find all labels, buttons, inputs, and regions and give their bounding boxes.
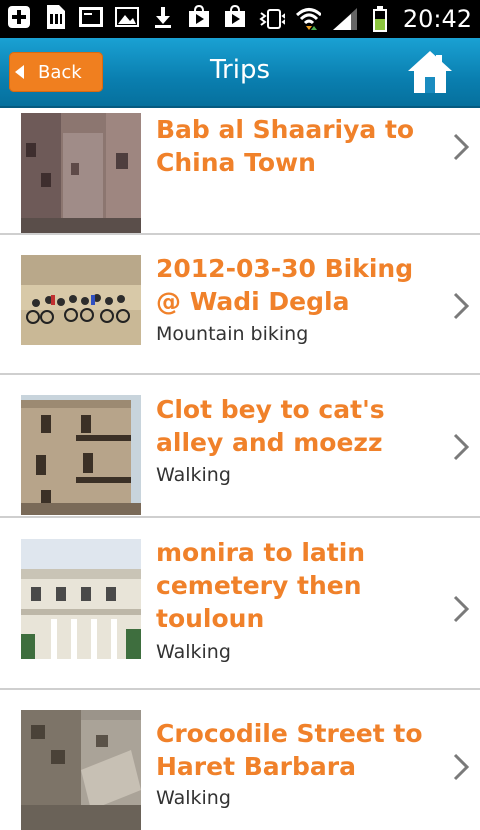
play-store-icon xyxy=(222,4,248,30)
trip-thumbnail xyxy=(21,539,141,659)
download-icon xyxy=(150,4,176,30)
trip-thumbnail xyxy=(21,255,141,345)
add-icon xyxy=(6,4,32,30)
chevron-right-icon xyxy=(453,133,470,161)
home-icon xyxy=(408,51,452,93)
trip-type: Walking xyxy=(156,464,231,486)
trip-title: Bab al Shaariya to China Town xyxy=(156,115,415,177)
home-button[interactable] xyxy=(406,49,454,95)
sd-card-icon xyxy=(42,4,68,30)
image-icon xyxy=(114,4,140,30)
clock: 20:42 xyxy=(402,5,472,33)
play-store-icon xyxy=(186,4,212,30)
chevron-right-icon xyxy=(453,433,470,461)
trip-title: Clot bey to cat's alley and moezz xyxy=(156,395,385,457)
trip-title: 2012-03-30 Biking @ Wadi Degla xyxy=(156,254,414,316)
chevron-right-icon xyxy=(453,595,470,623)
trip-row[interactable]: Crocodile Street to Haret Barbara Walkin… xyxy=(0,690,480,830)
chevron-right-icon xyxy=(453,753,470,781)
trip-thumbnail xyxy=(21,113,141,233)
trip-type: Walking xyxy=(156,641,231,663)
signal-icon xyxy=(331,6,357,32)
battery-icon xyxy=(367,6,393,32)
trip-row[interactable]: Clot bey to cat's alley and moezz Walkin… xyxy=(0,375,480,518)
trip-thumbnail xyxy=(21,710,141,830)
trip-row[interactable]: monira to latin cemetery then touloun Wa… xyxy=(0,518,480,690)
screenshot-icon xyxy=(78,4,104,30)
trip-thumbnail xyxy=(21,395,141,515)
wifi-icon xyxy=(295,6,321,32)
chevron-right-icon xyxy=(453,292,470,320)
trip-row[interactable]: 2012-03-30 Biking @ Wadi Degla Mountain … xyxy=(0,234,480,375)
trip-row[interactable]: Bab al Shaariya to China Town xyxy=(0,108,480,235)
trip-type: Walking xyxy=(156,787,231,809)
trip-title: monira to latin cemetery then touloun xyxy=(156,538,366,633)
vibrate-icon xyxy=(259,6,285,32)
title-bar: Back Trips xyxy=(0,38,480,108)
trip-type: Mountain biking xyxy=(156,323,309,345)
notification-icons xyxy=(6,4,248,30)
trip-title: Crocodile Street to Haret Barbara xyxy=(156,719,423,781)
status-bar: 20:42 xyxy=(0,0,480,38)
